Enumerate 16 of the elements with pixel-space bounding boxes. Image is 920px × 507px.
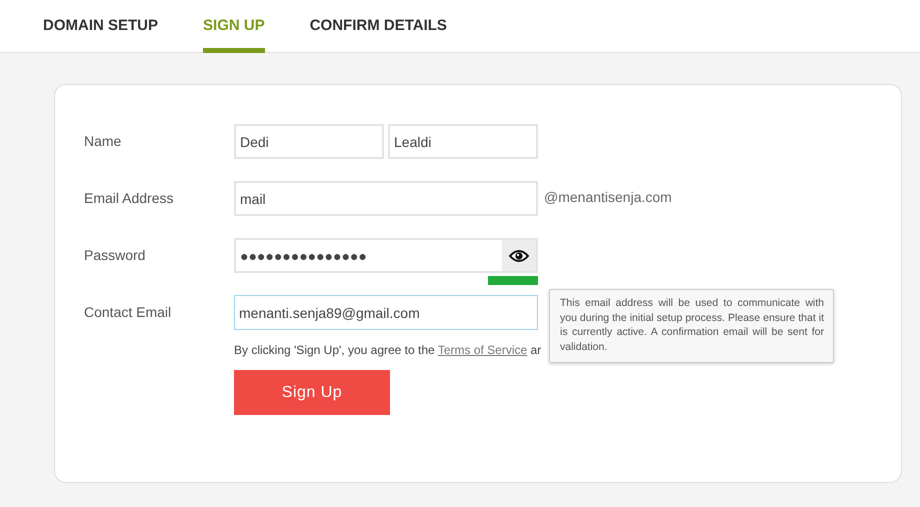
field-label: Contact Email [84,303,172,322]
tooltip: This email address will be used to communicate with you during the initial setup process. Please ensure that it is currently active. A confirmation email will be sent for validation. [549,289,834,363]
first-name-field[interactable]: Dedi [234,124,384,159]
last-name-field[interactable]: Lealdi [388,124,538,159]
consent-text: By clicking 'Sign Up', you agree to the Terms of Service ar [234,342,542,359]
tab[interactable]: DOMAIN SETUP [43,0,158,53]
tab[interactable]: CONFIRM DETAILS [310,0,447,53]
contact-email-field[interactable]: menanti.senja89@gmail.com [234,295,538,330]
field-label: Email Address [84,189,174,208]
field-label: Password [84,246,146,265]
strength-bar [488,276,538,285]
email-field[interactable]: mail [234,181,538,216]
field-label: Name [84,132,122,151]
terms-link[interactable]: Terms of Service [438,343,528,357]
domain-suffix: @menantisenja.com [544,188,672,207]
sign-up-button[interactable]: Sign Up [234,370,390,415]
